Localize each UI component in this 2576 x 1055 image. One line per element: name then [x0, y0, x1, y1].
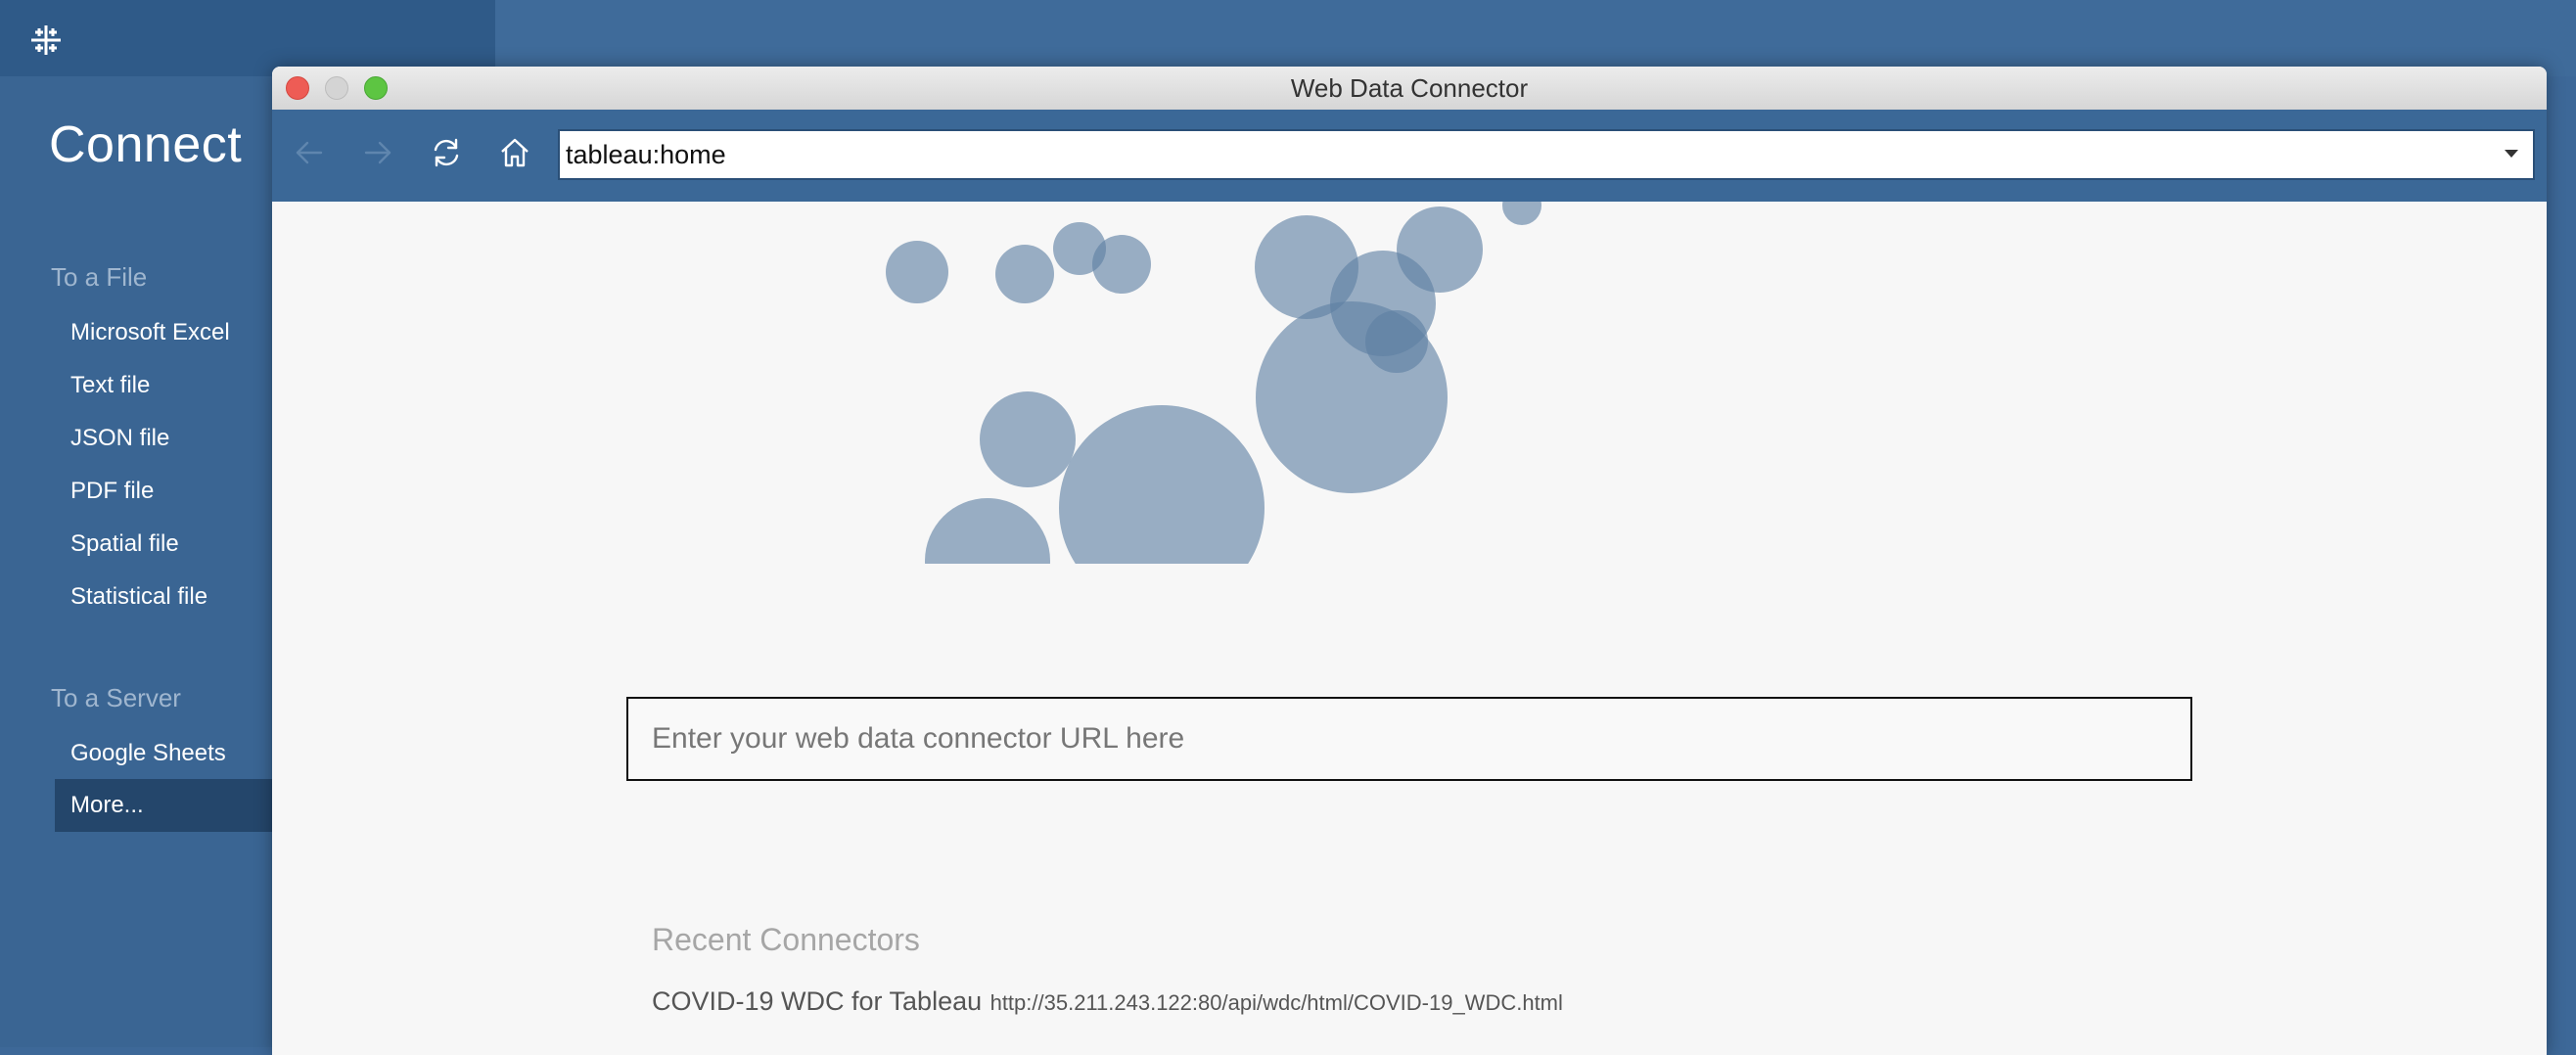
connect-title: Connect: [49, 116, 243, 173]
bubble-chart-graphic: [886, 202, 1541, 564]
forward-arrow-icon[interactable]: [356, 131, 399, 174]
recent-connector-item[interactable]: COVID-19 WDC for Tableau http://35.211.2…: [652, 986, 1563, 1017]
bubble: [1059, 405, 1265, 564]
connect-item-google-sheets[interactable]: Google Sheets: [70, 740, 226, 767]
url-bar[interactable]: tableau:home: [558, 129, 2535, 180]
section-heading-file: To a File: [51, 262, 148, 292]
web-data-connector-window: Web Data Connector tableau:home Enter yo…: [272, 67, 2547, 1055]
connector-content: Recent Connectors COVID-19 WDC for Table…: [272, 202, 2547, 1055]
chevron-down-icon[interactable]: [2504, 148, 2519, 160]
tableau-logo-icon[interactable]: [25, 20, 67, 61]
connect-item-text-file[interactable]: Text file: [70, 372, 150, 399]
app-header-bar: [495, 0, 2576, 76]
back-arrow-icon[interactable]: [288, 131, 331, 174]
connect-item-spatial-file[interactable]: Spatial file: [70, 530, 179, 558]
title-bar: Web Data Connector: [272, 67, 2547, 111]
connect-pane: [0, 76, 274, 1047]
connect-item-statistical-file[interactable]: Statistical file: [70, 583, 207, 611]
home-icon[interactable]: [493, 131, 536, 174]
url-text[interactable]: tableau:home: [566, 131, 726, 178]
recent-connector-name[interactable]: COVID-19 WDC for Tableau: [652, 986, 982, 1016]
wdc-url-input[interactable]: [626, 697, 2192, 781]
bubble: [995, 245, 1054, 303]
bubble: [925, 498, 1050, 564]
app-topbar: [0, 0, 495, 76]
window-title: Web Data Connector: [1290, 73, 1529, 103]
recent-connector-url: http://35.211.243.122:80/api/wdc/html/CO…: [989, 990, 1563, 1015]
connect-item-json-file[interactable]: JSON file: [70, 425, 169, 452]
section-heading-server: To a Server: [51, 683, 181, 712]
connect-item-more[interactable]: More...: [55, 779, 274, 832]
bubble: [1053, 222, 1106, 275]
browser-toolbar: tableau:home: [272, 110, 2547, 202]
bubble: [1502, 202, 1541, 225]
bubble: [1330, 251, 1436, 356]
connect-item-pdf-file[interactable]: PDF file: [70, 478, 154, 505]
refresh-icon[interactable]: [425, 131, 468, 174]
recent-connectors-heading: Recent Connectors: [652, 922, 920, 957]
bubble: [980, 391, 1076, 487]
bubble: [886, 241, 948, 303]
connect-item-excel[interactable]: Microsoft Excel: [70, 319, 230, 346]
